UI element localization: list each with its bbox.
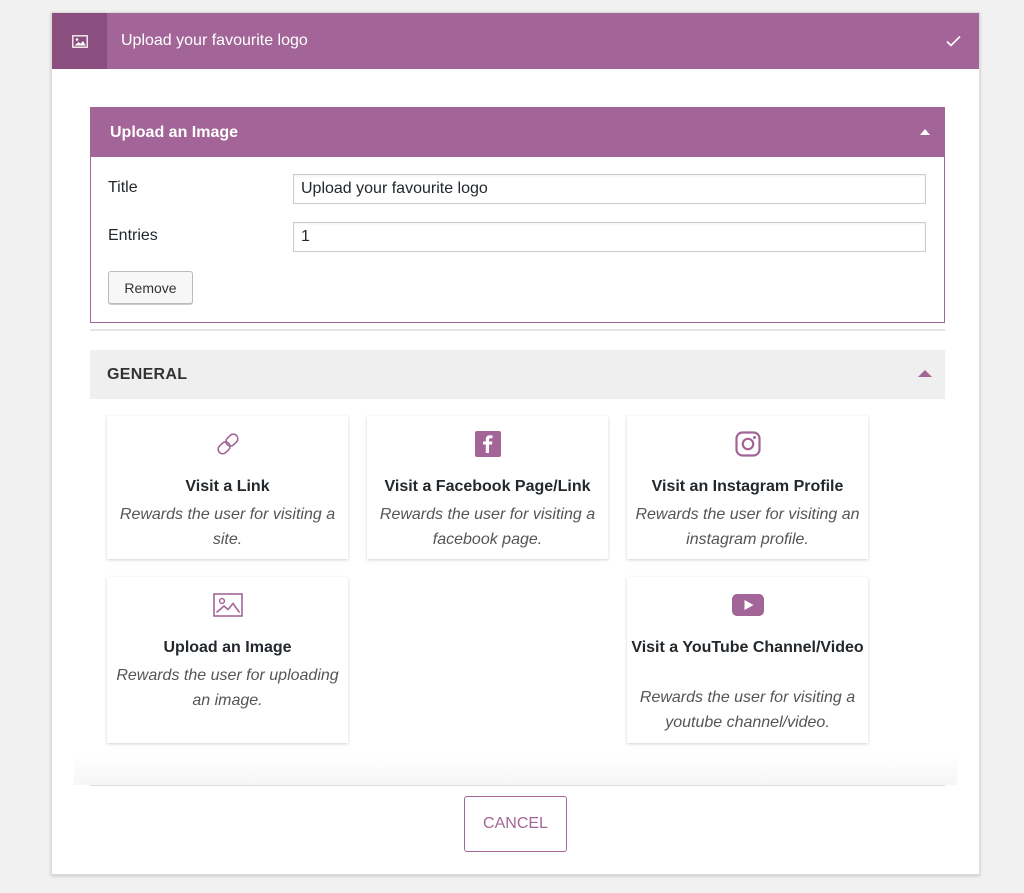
card-description: Rewards the user for visiting a facebook… (379, 506, 596, 548)
card-description: Rewards the user for visiting an instagr… (635, 506, 860, 548)
card-title: Visit a Link (185, 478, 270, 495)
action-panel: Upload your favourite logo Upload an Ima… (51, 12, 980, 875)
upload-image-settings: Upload an Image Title Entries Remove (90, 107, 945, 323)
collapse-arrow-icon[interactable] (918, 370, 932, 377)
card-description: Rewards the user for uploading an image. (116, 667, 339, 709)
card-description: Rewards the user for visiting a youtube … (639, 689, 856, 731)
cancel-button[interactable]: CANCEL (464, 796, 567, 852)
panel-title: Upload your favourite logo (121, 32, 308, 49)
facebook-icon (367, 430, 608, 458)
entries-label: Entries (108, 227, 158, 244)
action-card-youtube[interactable]: Visit a YouTube Channel/Video Rewards th… (627, 577, 868, 743)
instagram-icon (627, 430, 868, 458)
divider (90, 329, 945, 331)
image-icon (107, 591, 348, 619)
title-label: Title (108, 179, 138, 196)
upload-image-heading: Upload an Image (110, 124, 239, 141)
title-input[interactable] (293, 174, 926, 204)
entries-row: Entries (108, 222, 928, 252)
action-card-instagram[interactable]: Visit an Instagram Profile Rewards the u… (627, 416, 868, 559)
remove-button[interactable]: Remove (108, 271, 193, 304)
upload-image-header[interactable]: Upload an Image (91, 108, 944, 157)
action-card-upload-image[interactable]: Upload an Image Rewards the user for upl… (107, 577, 348, 743)
youtube-icon (627, 591, 868, 619)
card-title: Visit a YouTube Channel/Video (631, 639, 864, 656)
action-card-visit-link[interactable]: Visit a Link Rewards the user for visiti… (107, 416, 348, 559)
card-title: Visit an Instagram Profile (651, 478, 844, 495)
entries-input[interactable] (293, 222, 926, 252)
list-footer-shade (74, 755, 957, 785)
collapse-arrow-icon[interactable] (920, 129, 930, 135)
general-heading: GENERAL (107, 366, 188, 383)
card-description: Rewards the user for visiting a site. (119, 506, 336, 548)
divider (90, 785, 945, 786)
checkmark-icon[interactable] (946, 13, 961, 69)
card-title: Upload an Image (163, 639, 292, 656)
general-section-header[interactable]: GENERAL (90, 350, 945, 399)
link-icon (107, 430, 348, 458)
action-card-facebook[interactable]: Visit a Facebook Page/Link Rewards the u… (367, 416, 608, 559)
panel-header[interactable]: Upload your favourite logo (52, 13, 979, 69)
title-row: Title (108, 174, 928, 204)
card-title: Visit a Facebook Page/Link (384, 478, 591, 495)
image-icon (52, 13, 107, 69)
